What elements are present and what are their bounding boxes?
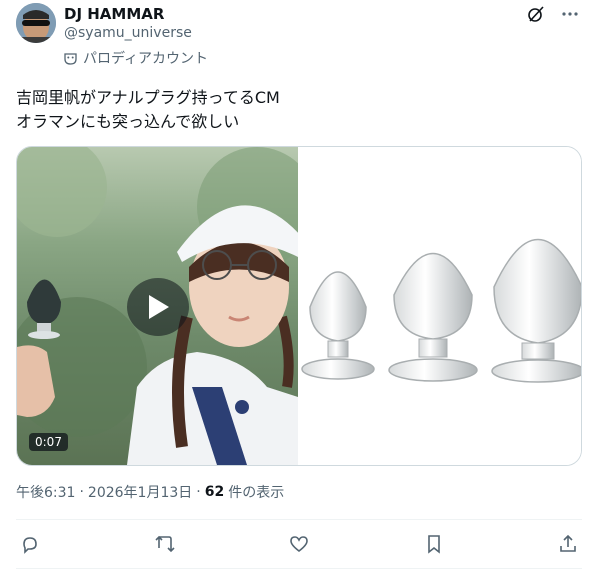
- parody-label: パロディアカウント: [64, 48, 208, 68]
- display-name[interactable]: DJ HAMMAR: [64, 5, 192, 23]
- video-duration: 0:07: [29, 433, 68, 451]
- tweet-meta: 午後6:31 · 2026年1月13日 · 62 件の表示: [16, 482, 284, 502]
- media-container[interactable]: 0:07: [16, 146, 582, 466]
- share-icon[interactable]: [556, 532, 580, 556]
- divider: [16, 519, 582, 520]
- parody-label-text: パロディアカウント: [83, 51, 209, 67]
- like-icon[interactable]: [287, 532, 311, 556]
- user-handle[interactable]: @syamu_universe: [64, 24, 192, 42]
- action-bar: [18, 532, 580, 556]
- video-thumbnail[interactable]: 0:07: [17, 147, 298, 465]
- views-label[interactable]: 件の表示: [228, 482, 284, 502]
- views-count[interactable]: 62: [205, 484, 224, 500]
- more-icon[interactable]: [560, 4, 580, 24]
- mask-icon: [64, 52, 77, 65]
- meta-separator: ·: [196, 484, 201, 500]
- tweet-text: 吉岡里帆がアナルプラグ持ってるCM オラマンにも突っ込んで欲しい: [16, 86, 576, 134]
- avatar[interactable]: [16, 3, 56, 43]
- bookmark-icon[interactable]: [422, 532, 446, 556]
- play-icon: [149, 295, 169, 319]
- product-image[interactable]: [298, 147, 581, 465]
- divider: [16, 568, 582, 569]
- play-button[interactable]: [127, 278, 189, 336]
- tweet-line-1: 吉岡里帆がアナルプラグ持ってるCM: [16, 88, 280, 107]
- meta-separator: ·: [79, 484, 84, 500]
- grok-icon[interactable]: [526, 4, 546, 24]
- tweet-date[interactable]: 2026年1月13日: [88, 482, 192, 502]
- tweet-time[interactable]: 午後6:31: [16, 482, 75, 502]
- tweet-line-2: オラマンにも突っ込んで欲しい: [16, 112, 240, 131]
- reply-icon[interactable]: [18, 532, 42, 556]
- repost-icon[interactable]: [153, 532, 177, 556]
